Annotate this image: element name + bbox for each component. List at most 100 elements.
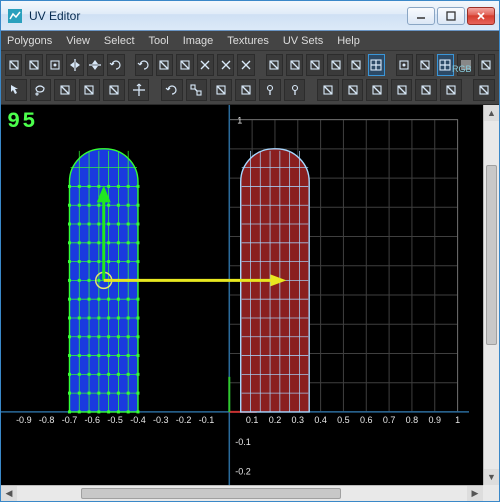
checker-icon bbox=[438, 58, 452, 72]
lasso-icon bbox=[33, 83, 47, 97]
scale-icon bbox=[189, 83, 203, 97]
menu-tool[interactable]: Tool bbox=[149, 35, 169, 47]
x-tick-label: 0.5 bbox=[337, 415, 350, 425]
tool-arrow[interactable] bbox=[5, 79, 27, 101]
tool-open[interactable] bbox=[5, 54, 22, 76]
x-tick-label: 0.2 bbox=[269, 415, 282, 425]
tool-gizmo[interactable] bbox=[440, 79, 462, 101]
tool-scale[interactable] bbox=[186, 79, 208, 101]
scroll-left-icon[interactable]: ◀ bbox=[1, 486, 17, 501]
tool-alpha[interactable] bbox=[478, 54, 495, 76]
titlebar[interactable]: UV Editor bbox=[1, 1, 499, 31]
horizontal-scrollbar[interactable]: ◀ ▶ bbox=[1, 485, 483, 501]
tool-align-u[interactable] bbox=[327, 54, 344, 76]
menu-textures[interactable]: Textures bbox=[227, 35, 269, 47]
dim-icon bbox=[370, 83, 384, 97]
app-icon bbox=[7, 8, 23, 24]
tool-grid[interactable] bbox=[368, 54, 385, 76]
tool-rgb[interactable]: RGB bbox=[457, 54, 474, 76]
x-tick-label: 0.3 bbox=[292, 415, 305, 425]
tool-brush[interactable] bbox=[103, 79, 125, 101]
menubar: Polygons View Select Tool Image Textures… bbox=[1, 31, 499, 51]
tool-iso[interactable] bbox=[416, 54, 433, 76]
tool-optimize[interactable] bbox=[306, 54, 323, 76]
minimize-button[interactable] bbox=[407, 7, 435, 25]
menu-image[interactable]: Image bbox=[183, 35, 214, 47]
tool-relax[interactable] bbox=[235, 79, 257, 101]
stack-icon bbox=[178, 58, 192, 72]
open-icon bbox=[7, 58, 21, 72]
tool-snapshot[interactable] bbox=[46, 54, 63, 76]
tool-stack[interactable] bbox=[176, 54, 193, 76]
tool-lattice[interactable] bbox=[317, 79, 339, 101]
tool-snap[interactable] bbox=[396, 54, 413, 76]
tool-cycle[interactable] bbox=[156, 54, 173, 76]
align-u-icon bbox=[329, 58, 343, 72]
x-tick-label: 0.4 bbox=[314, 415, 327, 425]
tool-dim[interactable] bbox=[366, 79, 388, 101]
scroll-right-icon[interactable]: ▶ bbox=[467, 486, 483, 501]
smooth-icon bbox=[214, 83, 228, 97]
tool-rotate-ccw[interactable] bbox=[107, 54, 124, 76]
tool-shade[interactable] bbox=[391, 79, 413, 101]
tool-align-v[interactable] bbox=[347, 54, 364, 76]
maximize-button[interactable] bbox=[437, 7, 465, 25]
tool-sew[interactable] bbox=[197, 54, 214, 76]
horizontal-scroll-thumb[interactable] bbox=[81, 488, 341, 499]
x-tick-label: 0.1 bbox=[246, 415, 259, 425]
menu-uvsets[interactable]: UV Sets bbox=[283, 35, 323, 47]
tool-rotate-cw[interactable] bbox=[135, 54, 152, 76]
window-title: UV Editor bbox=[29, 9, 407, 23]
snap-icon bbox=[397, 58, 411, 72]
tool-wire[interactable] bbox=[415, 79, 437, 101]
y-tick-label: 1 bbox=[237, 116, 242, 126]
grid-icon bbox=[369, 58, 383, 72]
tool-cut[interactable] bbox=[217, 54, 234, 76]
arrow-icon bbox=[9, 83, 23, 97]
unfold-icon bbox=[288, 58, 302, 72]
gizmo-icon bbox=[444, 83, 458, 97]
snapshot-icon bbox=[48, 58, 62, 72]
separate-icon bbox=[239, 58, 253, 72]
menu-select[interactable]: Select bbox=[104, 35, 135, 47]
x-tick-label: -0.6 bbox=[85, 415, 101, 425]
tool-flip-h[interactable] bbox=[66, 54, 83, 76]
x-tick-label: -0.7 bbox=[62, 415, 78, 425]
tool-save[interactable] bbox=[25, 54, 42, 76]
vertical-scroll-thumb[interactable] bbox=[486, 165, 497, 345]
tool-tweak[interactable] bbox=[54, 79, 76, 101]
layout-icon bbox=[267, 58, 281, 72]
x-tick-label: -0.8 bbox=[39, 415, 55, 425]
tool-rotate[interactable] bbox=[161, 79, 183, 101]
paint-icon bbox=[82, 83, 96, 97]
tool-layout[interactable] bbox=[266, 54, 283, 76]
tool-options[interactable] bbox=[473, 79, 495, 101]
tweak-icon bbox=[58, 83, 72, 97]
tool-lasso[interactable] bbox=[30, 79, 52, 101]
rgb-label: RGB bbox=[452, 64, 472, 74]
tool-separate[interactable] bbox=[237, 54, 254, 76]
tool-smooth[interactable] bbox=[210, 79, 232, 101]
tool-unpin[interactable] bbox=[284, 79, 306, 101]
menu-polygons[interactable]: Polygons bbox=[7, 35, 52, 47]
x-tick-label: -0.4 bbox=[130, 415, 146, 425]
scroll-down-icon[interactable]: ▼ bbox=[484, 469, 499, 485]
x-tick-label: 0.8 bbox=[406, 415, 419, 425]
scroll-up-icon[interactable]: ▲ bbox=[484, 105, 499, 121]
brush-icon bbox=[107, 83, 121, 97]
menu-view[interactable]: View bbox=[66, 35, 90, 47]
tool-shell[interactable] bbox=[342, 79, 364, 101]
tool-pin[interactable] bbox=[259, 79, 281, 101]
close-button[interactable] bbox=[467, 7, 495, 25]
vertical-scrollbar[interactable]: ▲ ▼ bbox=[483, 105, 499, 485]
toolbar-row-2 bbox=[5, 79, 495, 101]
tool-paint[interactable] bbox=[79, 79, 101, 101]
uv-viewport[interactable]: 95 -0.9-0.8-0.7-0.6-0.5-0.4-0.3-0.2-0.10… bbox=[1, 105, 499, 501]
x-tick-label: -0.1 bbox=[199, 415, 215, 425]
uv-editor-window: UV Editor Polygons View Select Tool Imag… bbox=[0, 0, 500, 502]
uv-canvas[interactable]: -0.9-0.8-0.7-0.6-0.5-0.4-0.3-0.2-0.10.10… bbox=[1, 105, 469, 485]
menu-help[interactable]: Help bbox=[337, 35, 360, 47]
tool-move[interactable] bbox=[128, 79, 150, 101]
tool-flip-v[interactable] bbox=[87, 54, 104, 76]
tool-unfold[interactable] bbox=[286, 54, 303, 76]
